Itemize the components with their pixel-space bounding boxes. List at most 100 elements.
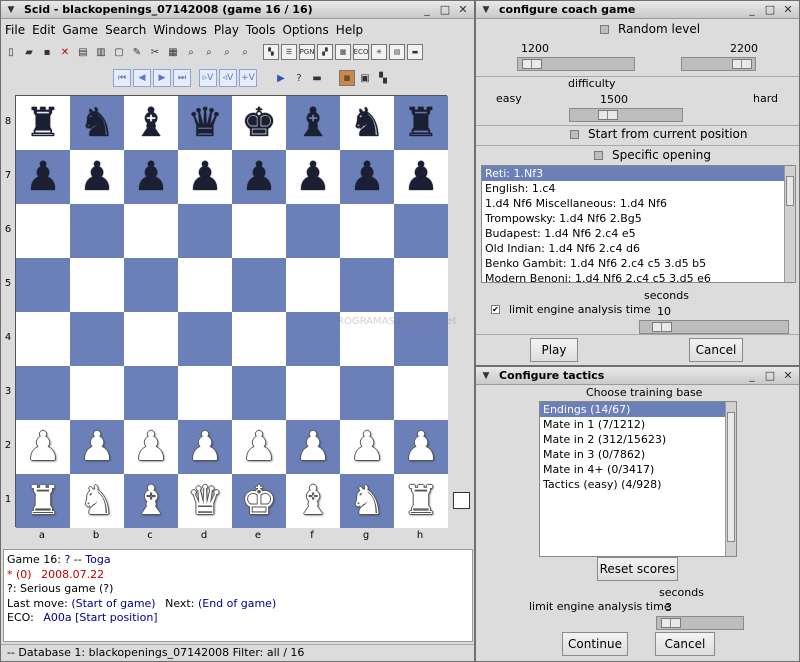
random-level-checkbox[interactable] bbox=[600, 24, 609, 34]
white-piece[interactable]: ♜ bbox=[403, 481, 439, 521]
eco-code-link[interactable]: A00a bbox=[43, 611, 71, 624]
black-piece[interactable]: ♝ bbox=[133, 103, 169, 143]
white-piece[interactable]: ♟ bbox=[295, 427, 331, 467]
training-base-item[interactable]: Endings (14/67) bbox=[540, 402, 736, 417]
slider-thumb[interactable] bbox=[652, 322, 672, 332]
board-square[interactable] bbox=[286, 204, 340, 258]
search-material-icon[interactable]: ⌕ bbox=[219, 44, 235, 60]
board-square[interactable] bbox=[178, 204, 232, 258]
minimize-icon[interactable]: _ bbox=[420, 3, 434, 17]
add-variation-icon[interactable]: +V bbox=[239, 69, 257, 87]
board-square[interactable] bbox=[286, 258, 340, 312]
black-piece[interactable]: ♟ bbox=[349, 157, 385, 197]
close-icon[interactable]: ✕ bbox=[781, 369, 795, 383]
stats-icon[interactable]: ▤ bbox=[389, 44, 405, 60]
white-piece[interactable]: ♚ bbox=[241, 481, 277, 521]
save-icon[interactable]: ▪ bbox=[39, 44, 55, 60]
board-square[interactable] bbox=[178, 258, 232, 312]
board-square[interactable] bbox=[16, 366, 70, 420]
menu-options[interactable]: Options bbox=[282, 23, 328, 37]
black-piece[interactable]: ♜ bbox=[25, 103, 61, 143]
board-square[interactable] bbox=[16, 204, 70, 258]
menu-search[interactable]: Search bbox=[105, 23, 146, 37]
maximize-icon[interactable]: □ bbox=[438, 3, 452, 17]
continue-button[interactable]: Continue bbox=[562, 632, 628, 656]
training-base-item[interactable]: Mate in 1 (7/1212) bbox=[540, 417, 736, 432]
opening-item[interactable]: Old Indian: 1.d4 Nf6 2.c4 d6 bbox=[482, 241, 795, 256]
board-square[interactable]: ♞ bbox=[340, 474, 394, 528]
black-piece[interactable]: ♞ bbox=[349, 103, 385, 143]
slider-thumb[interactable] bbox=[522, 59, 542, 69]
close-icon[interactable]: ✕ bbox=[456, 3, 470, 17]
hint-icon[interactable]: ? bbox=[291, 70, 307, 86]
board-square[interactable]: ♟ bbox=[286, 420, 340, 474]
board-square[interactable]: ♜ bbox=[394, 474, 448, 528]
start-current-checkbox-row[interactable]: Start from current position bbox=[570, 127, 748, 141]
board-square[interactable] bbox=[70, 204, 124, 258]
black-piece[interactable]: ♝ bbox=[295, 103, 331, 143]
board-square[interactable]: ♟ bbox=[124, 150, 178, 204]
menu-game[interactable]: Game bbox=[62, 23, 98, 37]
board-square[interactable] bbox=[70, 366, 124, 420]
play-button[interactable]: Play bbox=[530, 338, 578, 362]
specific-opening-checkbox-row[interactable]: Specific opening bbox=[594, 148, 711, 162]
board-square[interactable] bbox=[124, 204, 178, 258]
training-base-listbox[interactable]: Endings (14/67) Mate in 1 (7/1212) Mate in… bbox=[539, 401, 737, 557]
trial-mode-icon[interactable]: ▣ bbox=[357, 70, 373, 86]
scrollbar-thumb[interactable] bbox=[786, 176, 794, 206]
last-move-link[interactable]: (Start of game) bbox=[71, 597, 155, 610]
black-piece[interactable]: ♟ bbox=[187, 157, 223, 197]
board-square[interactable]: ♞ bbox=[340, 96, 394, 150]
minimize-icon[interactable]: _ bbox=[745, 369, 759, 383]
goto-start-icon[interactable]: ⏮ bbox=[113, 69, 131, 87]
black-piece[interactable]: ♟ bbox=[241, 157, 277, 197]
white-piece[interactable]: ♟ bbox=[349, 427, 385, 467]
board-square[interactable]: ♛ bbox=[178, 96, 232, 150]
white-piece[interactable]: ♟ bbox=[25, 427, 61, 467]
board-square[interactable]: ♟ bbox=[124, 420, 178, 474]
board-square[interactable]: ♟ bbox=[178, 150, 232, 204]
tree-icon[interactable]: ▞ bbox=[317, 44, 333, 60]
board-square[interactable]: ♟ bbox=[70, 150, 124, 204]
back-icon[interactable]: ◀ bbox=[133, 69, 151, 87]
white-piece[interactable]: ♝ bbox=[295, 481, 331, 521]
menu-tools[interactable]: Tools bbox=[246, 23, 276, 37]
menu-windows[interactable]: Windows bbox=[153, 23, 207, 37]
eco-description-link[interactable]: [Start position] bbox=[75, 611, 158, 624]
board-square[interactable] bbox=[232, 258, 286, 312]
window-menu-icon[interactable]: ▼ bbox=[479, 371, 493, 381]
edit-icon[interactable]: ✎ bbox=[129, 44, 145, 60]
board-square[interactable]: ♟ bbox=[16, 420, 70, 474]
white-piece[interactable]: ♛ bbox=[187, 481, 223, 521]
switcher-icon[interactable]: ▚ bbox=[263, 44, 279, 60]
window-menu-icon[interactable]: ▼ bbox=[479, 5, 493, 15]
opening-item[interactable]: Trompowsky: 1.d4 Nf6 2.Bg5 bbox=[482, 211, 795, 226]
difficulty-slider[interactable] bbox=[569, 108, 683, 122]
goto-end-icon[interactable]: ⏭ bbox=[173, 69, 191, 87]
slider-thumb[interactable] bbox=[732, 59, 752, 69]
menu-file[interactable]: File bbox=[5, 23, 25, 37]
board-square[interactable]: ♟ bbox=[16, 150, 70, 204]
level-min-slider[interactable] bbox=[517, 57, 635, 71]
board-square[interactable] bbox=[394, 204, 448, 258]
menu-edit[interactable]: Edit bbox=[32, 23, 55, 37]
engine-icon[interactable]: ▬ bbox=[407, 44, 423, 60]
forward-icon[interactable]: ▶ bbox=[153, 69, 171, 87]
board-square[interactable]: ♟ bbox=[340, 150, 394, 204]
limit-time-checkbox[interactable]: ✔ bbox=[491, 305, 500, 314]
white-piece[interactable]: ♞ bbox=[349, 481, 385, 521]
board-square[interactable] bbox=[124, 258, 178, 312]
bookmark-icon[interactable]: ▥ bbox=[93, 44, 109, 60]
autoplay-icon[interactable]: ▩ bbox=[339, 70, 355, 86]
board-square[interactable] bbox=[286, 366, 340, 420]
opening-item[interactable]: Modern Benoni: 1.d4 Nf6 2.c4 c5 3.d5 e6 bbox=[482, 271, 795, 282]
white-piece[interactable]: ♟ bbox=[133, 427, 169, 467]
board-square[interactable] bbox=[394, 366, 448, 420]
slider-thumb[interactable] bbox=[598, 110, 618, 120]
cancel-button[interactable]: Cancel bbox=[689, 338, 743, 362]
board-square[interactable] bbox=[340, 204, 394, 258]
black-piece[interactable]: ♟ bbox=[79, 157, 115, 197]
board-square[interactable] bbox=[70, 312, 124, 366]
white-player[interactable]: ? bbox=[64, 553, 70, 566]
paste-icon[interactable]: ▦ bbox=[165, 44, 181, 60]
